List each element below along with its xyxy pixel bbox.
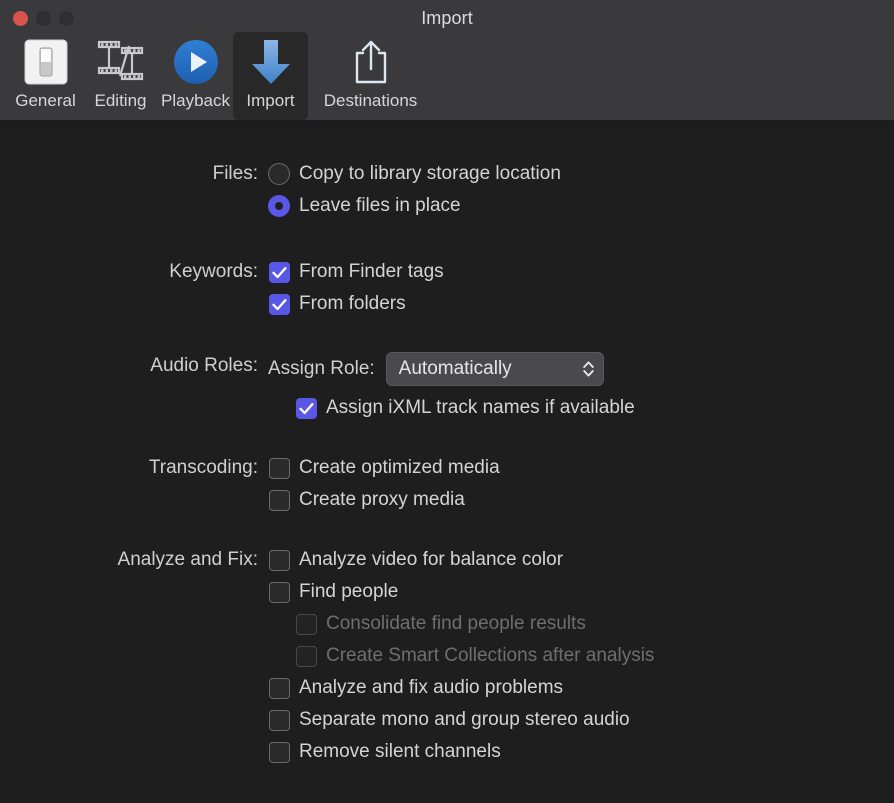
transcoding-label: Transcoding: bbox=[8, 457, 258, 479]
toolbar-item-import-label: Import bbox=[246, 91, 294, 111]
files-option-copy-label: Copy to library storage location bbox=[299, 163, 561, 185]
toolbar-item-destinations-label: Destinations bbox=[324, 91, 418, 111]
keywords-option-finder-tags-label: From Finder tags bbox=[299, 261, 444, 283]
preferences-window: Import General bbox=[0, 0, 894, 803]
chevron-up-down-icon bbox=[575, 359, 603, 379]
analyze-option-smart-collections: Create Smart Collections after analysis bbox=[296, 645, 654, 667]
transcoding-option-proxy-label: Create proxy media bbox=[299, 489, 465, 511]
analyze-option-separate-mono-label: Separate mono and group stereo audio bbox=[299, 709, 630, 731]
checkbox-analyze-fix-audio-problems[interactable] bbox=[269, 678, 290, 699]
assign-role-label: Assign Role: bbox=[268, 358, 375, 380]
analyze-option-audio-problems[interactable]: Analyze and fix audio problems bbox=[269, 677, 563, 699]
checkbox-consolidate-find-people-results bbox=[296, 614, 317, 635]
toolbar-item-editing-label: Editing bbox=[95, 91, 147, 111]
analyze-option-separate-mono[interactable]: Separate mono and group stereo audio bbox=[269, 709, 630, 731]
keywords-option-folders[interactable]: From folders bbox=[269, 293, 406, 315]
play-circle-icon bbox=[171, 38, 221, 86]
transcoding-option-optimized[interactable]: Create optimized media bbox=[269, 457, 500, 479]
assign-role-select[interactable]: Automatically bbox=[386, 352, 604, 386]
audio-roles-option-ixml-label: Assign iXML track names if available bbox=[326, 397, 635, 419]
transcoding-option-proxy[interactable]: Create proxy media bbox=[269, 489, 465, 511]
checkbox-create-proxy-media[interactable] bbox=[269, 490, 290, 511]
switch-icon bbox=[24, 38, 68, 86]
title-bar: Import General bbox=[0, 0, 894, 121]
analyze-option-find-people[interactable]: Find people bbox=[269, 581, 398, 603]
checkbox-create-smart-collections bbox=[296, 646, 317, 667]
transcoding-option-optimized-label: Create optimized media bbox=[299, 457, 500, 479]
analyze-option-balance-color[interactable]: Analyze video for balance color bbox=[269, 549, 563, 571]
checkbox-from-folders[interactable] bbox=[269, 294, 290, 315]
toolbar-item-destinations[interactable]: Destinations bbox=[308, 32, 433, 120]
analyze-option-remove-silent[interactable]: Remove silent channels bbox=[269, 741, 501, 763]
analyze-option-find-people-label: Find people bbox=[299, 581, 398, 603]
toolbar-item-general[interactable]: General bbox=[8, 32, 83, 120]
files-option-copy[interactable]: Copy to library storage location bbox=[268, 163, 561, 185]
toolbar-item-editing[interactable]: Editing bbox=[83, 32, 158, 120]
audio-roles-label: Audio Roles: bbox=[8, 355, 258, 377]
analyze-option-audio-problems-label: Analyze and fix audio problems bbox=[299, 677, 563, 699]
checkbox-create-optimized-media[interactable] bbox=[269, 458, 290, 479]
analyze-option-balance-color-label: Analyze video for balance color bbox=[299, 549, 563, 571]
assign-role-value: Automatically bbox=[399, 358, 512, 380]
analyze-option-consolidate: Consolidate find people results bbox=[296, 613, 586, 635]
radio-leave-files-in-place[interactable] bbox=[268, 195, 290, 217]
checkbox-analyze-video-balance-color[interactable] bbox=[269, 550, 290, 571]
analyze-option-consolidate-label: Consolidate find people results bbox=[326, 613, 586, 635]
preferences-toolbar: General bbox=[8, 32, 433, 120]
import-preferences-pane: Files: Copy to library storage location … bbox=[0, 121, 894, 803]
keywords-label: Keywords: bbox=[8, 261, 258, 283]
toolbar-item-playback-label: Playback bbox=[161, 91, 230, 111]
checkbox-assign-ixml-track-names[interactable] bbox=[296, 398, 317, 419]
files-option-leave[interactable]: Leave files in place bbox=[268, 195, 461, 217]
window-title: Import bbox=[0, 8, 894, 29]
keywords-option-finder-tags[interactable]: From Finder tags bbox=[269, 261, 444, 283]
checkbox-find-people[interactable] bbox=[269, 582, 290, 603]
toolbar-item-import[interactable]: Import bbox=[233, 32, 308, 120]
checkbox-from-finder-tags[interactable] bbox=[269, 262, 290, 283]
assign-role-row: Assign Role: Automatically bbox=[268, 352, 604, 386]
checkbox-separate-mono-group-stereo[interactable] bbox=[269, 710, 290, 731]
files-option-leave-label: Leave files in place bbox=[299, 195, 461, 217]
checkbox-remove-silent-channels[interactable] bbox=[269, 742, 290, 763]
toolbar-item-general-label: General bbox=[15, 91, 75, 111]
toolbar-item-playback[interactable]: Playback bbox=[158, 32, 233, 120]
down-arrow-icon bbox=[249, 38, 293, 86]
radio-copy-to-library[interactable] bbox=[268, 163, 290, 185]
keywords-option-folders-label: From folders bbox=[299, 293, 406, 315]
files-label: Files: bbox=[8, 163, 258, 185]
analyze-and-fix-label: Analyze and Fix: bbox=[8, 549, 258, 571]
analyze-option-remove-silent-label: Remove silent channels bbox=[299, 741, 501, 763]
audio-roles-option-ixml[interactable]: Assign iXML track names if available bbox=[296, 397, 635, 419]
analyze-option-smart-collections-label: Create Smart Collections after analysis bbox=[326, 645, 654, 667]
film-strips-icon bbox=[96, 38, 146, 86]
share-export-icon bbox=[349, 38, 393, 86]
